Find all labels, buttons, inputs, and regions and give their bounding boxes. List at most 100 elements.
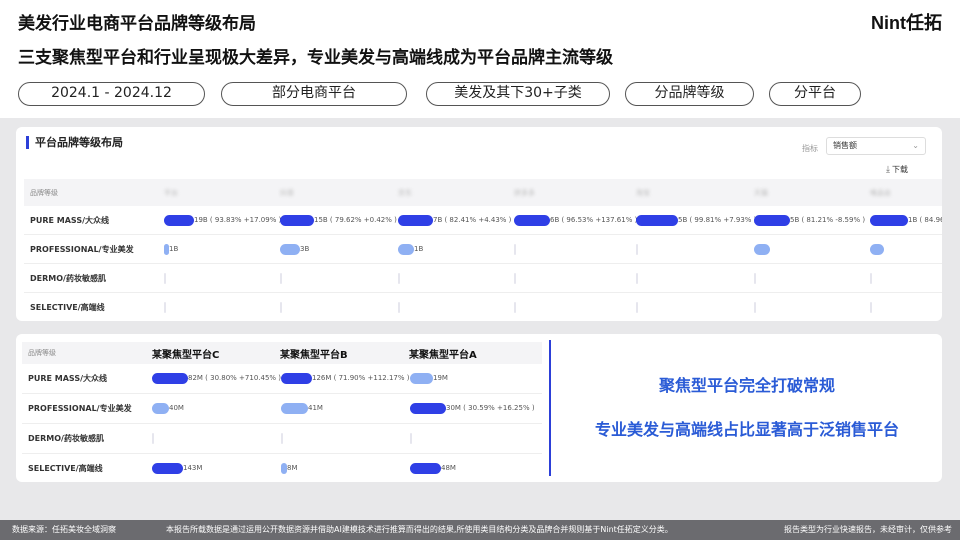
cell-value: 41M xyxy=(308,404,323,412)
value-bar xyxy=(754,244,770,255)
value-bar xyxy=(398,215,433,226)
column-header-blurred: 抖音 xyxy=(280,188,294,198)
vertical-divider xyxy=(549,340,551,476)
metric-select[interactable]: 销售额 ⌄ xyxy=(826,137,926,155)
column-header-blurred: 唯品会 xyxy=(870,188,891,198)
cell-value: 1B xyxy=(414,245,423,253)
value-bar xyxy=(280,244,300,255)
filter-pill-brand-tier[interactable]: 分品牌等级 xyxy=(625,82,754,106)
cell-value: 82M ( 30.80% +710.45% ) xyxy=(188,374,281,382)
table-cell: 19M xyxy=(410,372,448,384)
value-bar xyxy=(398,244,414,255)
table-cell xyxy=(754,272,756,284)
highlight-text-2: 专业美发与高端线占比显著高于泛销售平台 xyxy=(552,416,942,440)
value-bar xyxy=(410,433,412,444)
cell-value: 7B ( 82.41% +4.43% ) xyxy=(433,216,511,224)
value-bar xyxy=(870,302,872,313)
column-header-tier: 品牌等级 xyxy=(30,188,58,198)
value-bar xyxy=(280,215,314,226)
table-cell: 30M ( 30.59% +16.25% ) xyxy=(410,402,535,414)
column-header-tier: 品牌等级 xyxy=(28,348,56,358)
footer-bar: 数据来源：任拓美妆全域洞察 本报告所载数据是通过运用公开数据资源并借助AI建模技… xyxy=(0,520,960,540)
table-cell: 143M xyxy=(152,462,202,474)
value-bar xyxy=(164,302,166,313)
filter-pill-platform[interactable]: 分平台 xyxy=(769,82,861,106)
table-cell xyxy=(152,432,154,444)
value-bar xyxy=(636,302,638,313)
table-cell: 5B ( 99.81% +7.93% ) xyxy=(636,214,756,226)
table-cell xyxy=(280,301,282,313)
brand-logo: Nint任拓 xyxy=(871,9,942,35)
value-bar xyxy=(870,273,872,284)
column-header-blurred: 拼多多 xyxy=(514,188,535,198)
report-header: 美发行业电商平台品牌等级布局 Nint任拓 三支聚焦型平台和行业呈现极大差异，专… xyxy=(0,0,960,118)
footer-note: 报告类型为行业快速报告，未经审计，仅供参考 xyxy=(784,520,952,540)
filter-pill-date[interactable]: 2024.1 - 2024.12 xyxy=(18,82,205,106)
value-bar xyxy=(164,215,194,226)
value-bar xyxy=(280,273,282,284)
metric-label: 指标 xyxy=(802,143,818,154)
value-bar xyxy=(754,273,756,284)
download-label: 下载 xyxy=(892,165,908,174)
table-header: 品牌等级 某聚焦型平台C 某聚焦型平台B 某聚焦型平台A xyxy=(22,342,542,364)
value-bar xyxy=(410,373,433,384)
focused-platform-panel: 品牌等级 某聚焦型平台C 某聚焦型平台B 某聚焦型平台A PURE MASS/大… xyxy=(16,334,942,482)
column-header-platform-b: 某聚焦型平台B xyxy=(280,346,348,361)
table-row: PROFESSIONAL/专业美发 1B 3B 1B xyxy=(24,235,942,264)
column-header-blurred: 天猫 xyxy=(754,188,768,198)
value-bar xyxy=(514,273,516,284)
table-cell: 126M ( 71.90% +112.17% ) xyxy=(281,372,409,384)
filter-pill-category[interactable]: 美发及其下30+子类 xyxy=(426,82,610,106)
table-cell: 1B ( 84.96% - xyxy=(870,214,942,226)
table-row: DERMO/药妆敏感肌 xyxy=(22,424,542,454)
filter-pills: 2024.1 - 2024.12 部分电商平台 美发及其下30+子类 分品牌等级… xyxy=(18,82,942,106)
table-cell xyxy=(398,272,400,284)
table-cell xyxy=(870,301,872,313)
table-cell xyxy=(636,272,638,284)
row-label: DERMO/药妆敏感肌 xyxy=(30,273,106,284)
cell-value: 8M xyxy=(287,464,298,472)
platform-tier-panel: 平台品牌等级布局 指标 销售额 ⌄ ⤓下载 品牌等级 平台 抖音 京东 拼多多 … xyxy=(16,127,942,321)
value-bar xyxy=(280,302,282,313)
table-header: 品牌等级 平台 抖音 京东 拼多多 淘宝 天猫 唯品会 xyxy=(24,179,942,206)
value-bar xyxy=(636,273,638,284)
cell-value: 1B ( 84.96% - xyxy=(908,216,942,224)
table-cell xyxy=(164,272,166,284)
row-label: PROFESSIONAL/专业美发 xyxy=(30,244,134,255)
cell-value: 5B ( 99.81% +7.93% ) xyxy=(678,216,756,224)
row-label: PURE MASS/大众线 xyxy=(30,215,109,226)
table-cell xyxy=(754,243,770,255)
table-cell: 15B ( 79.62% +0.42% ) xyxy=(280,214,397,226)
cell-value: 126M ( 71.90% +112.17% ) xyxy=(312,374,409,382)
table-cell: 48M xyxy=(410,462,456,474)
value-bar xyxy=(152,433,154,444)
filter-pill-platforms[interactable]: 部分电商平台 xyxy=(221,82,407,106)
chevron-down-icon: ⌄ xyxy=(912,138,919,154)
table-cell: 41M xyxy=(281,402,323,414)
table-row: DERMO/药妆敏感肌 xyxy=(24,264,942,293)
column-header-blurred: 淘宝 xyxy=(636,188,650,198)
row-label: SELECTIVE/高端线 xyxy=(28,463,103,474)
cell-value: 15B ( 79.62% +0.42% ) xyxy=(314,216,397,224)
table-cell xyxy=(164,301,166,313)
download-button[interactable]: ⤓下载 xyxy=(886,164,908,175)
value-bar xyxy=(754,215,790,226)
column-header-platform-c: 某聚焦型平台C xyxy=(152,346,219,361)
table-cell: 1B xyxy=(398,243,423,255)
panel-title: 平台品牌等级布局 xyxy=(26,136,123,149)
value-bar xyxy=(152,403,169,414)
table-cell: 82M ( 30.80% +710.45% ) xyxy=(152,372,281,384)
value-bar xyxy=(152,373,188,384)
cell-value: 40M xyxy=(169,404,184,412)
value-bar xyxy=(152,463,183,474)
page-title: 美发行业电商平台品牌等级布局 xyxy=(18,9,256,34)
row-label: PURE MASS/大众线 xyxy=(28,373,107,384)
value-bar xyxy=(636,215,678,226)
tier-table: 品牌等级 平台 抖音 京东 拼多多 淘宝 天猫 唯品会 PURE MASS/大众… xyxy=(24,179,942,321)
value-bar xyxy=(410,463,441,474)
table-cell: 6B ( 96.53% +137.61% ) xyxy=(514,214,637,226)
table-cell xyxy=(514,272,516,284)
cell-value: 19M xyxy=(433,374,448,382)
cell-value: 3B xyxy=(300,245,309,253)
value-bar xyxy=(514,244,516,255)
